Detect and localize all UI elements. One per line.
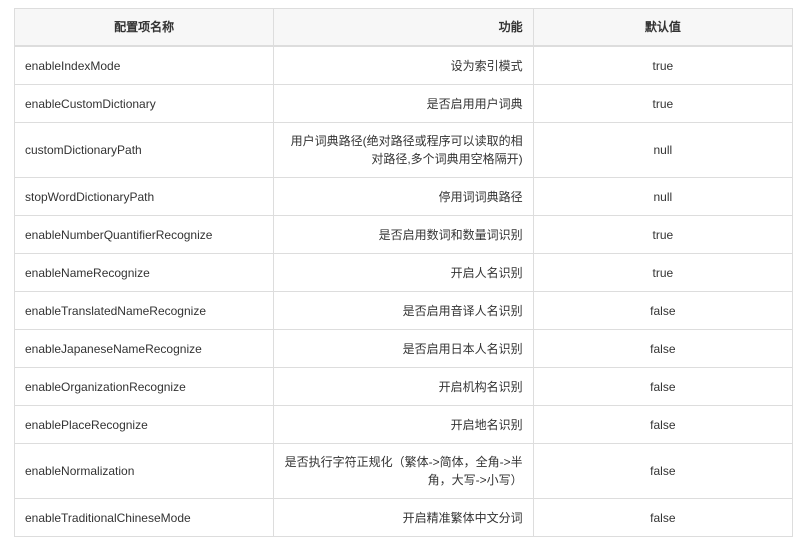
config-name: enableJapaneseNameRecognize <box>13 329 275 368</box>
table-row: enableTranslatedNameRecognize 是否启用音译人名识别 f… <box>13 291 794 330</box>
config-default: true <box>532 45 794 85</box>
config-function: 是否启用音译人名识别 <box>273 291 534 330</box>
table-row: enableTraditionalChineseMode 开启精准繁体中文分词 fa… <box>13 498 794 537</box>
config-function: 开启机构名识别 <box>273 367 534 406</box>
header-function: 功能 <box>273 8 534 47</box>
config-name: stopWordDictionaryPath <box>13 177 275 216</box>
table-row: enableNameRecognize 开启人名识别 true <box>13 253 794 292</box>
config-default: false <box>532 405 794 444</box>
config-function: 停用词词典路径 <box>273 177 534 216</box>
config-default: false <box>532 367 794 406</box>
config-function: 是否启用用户词典 <box>273 84 534 123</box>
config-default: false <box>532 291 794 330</box>
config-default: false <box>532 443 794 499</box>
config-function: 开启人名识别 <box>273 253 534 292</box>
config-function: 开启地名识别 <box>273 405 534 444</box>
table-header-row: 配置项名称 功能 默认值 <box>13 8 794 47</box>
table-row: enableOrganizationRecognize 开启机构名识别 false <box>13 367 794 406</box>
config-name: enableTraditionalChineseMode <box>13 498 275 537</box>
config-name: enableCustomDictionary <box>13 84 275 123</box>
config-name: enableNumberQuantifierRecognize <box>13 215 275 254</box>
config-default: false <box>532 498 794 537</box>
table-row: enablePlaceRecognize 开启地名识别 false <box>13 405 794 444</box>
config-function: 是否启用数词和数量词识别 <box>273 215 534 254</box>
config-function: 用户词典路径(绝对路径或程序可以读取的相对路径,多个词典用空格隔开) <box>273 122 534 178</box>
table-row: enableNumberQuantifierRecognize 是否启用数词和数量… <box>13 215 794 254</box>
table-row: enableNormalization 是否执行字符正规化（繁体->简体，全角->… <box>13 443 794 499</box>
config-default: true <box>532 84 794 123</box>
table-row: enableIndexMode 设为索引模式 true <box>13 45 794 85</box>
config-default: true <box>532 253 794 292</box>
config-default: true <box>532 215 794 254</box>
config-default: null <box>532 122 794 178</box>
table-row: enableJapaneseNameRecognize 是否启用日本人名识别 fal… <box>13 329 794 368</box>
config-name: enableTranslatedNameRecognize <box>13 291 275 330</box>
table-row: stopWordDictionaryPath 停用词词典路径 null <box>13 177 794 216</box>
config-function: 开启精准繁体中文分词 <box>273 498 534 537</box>
config-name: enableOrganizationRecognize <box>13 367 275 406</box>
config-name: enableNameRecognize <box>13 253 275 292</box>
header-default: 默认值 <box>532 8 794 47</box>
config-name: customDictionaryPath <box>13 122 275 178</box>
config-name: enableNormalization <box>13 443 275 499</box>
config-default: false <box>532 329 794 368</box>
config-name: enableIndexMode <box>13 45 275 85</box>
config-name: enablePlaceRecognize <box>13 405 275 444</box>
header-name: 配置项名称 <box>13 8 275 47</box>
config-table: 配置项名称 功能 默认值 enableIndexMode 设为索引模式 true en… <box>13 8 794 537</box>
config-default: null <box>532 177 794 216</box>
config-function: 是否执行字符正规化（繁体->简体，全角->半角，大写->小写） <box>273 443 534 499</box>
config-function: 设为索引模式 <box>273 45 534 85</box>
table-row: enableCustomDictionary 是否启用用户词典 true <box>13 84 794 123</box>
config-function: 是否启用日本人名识别 <box>273 329 534 368</box>
table-row: customDictionaryPath 用户词典路径(绝对路径或程序可以读取的相… <box>13 122 794 178</box>
